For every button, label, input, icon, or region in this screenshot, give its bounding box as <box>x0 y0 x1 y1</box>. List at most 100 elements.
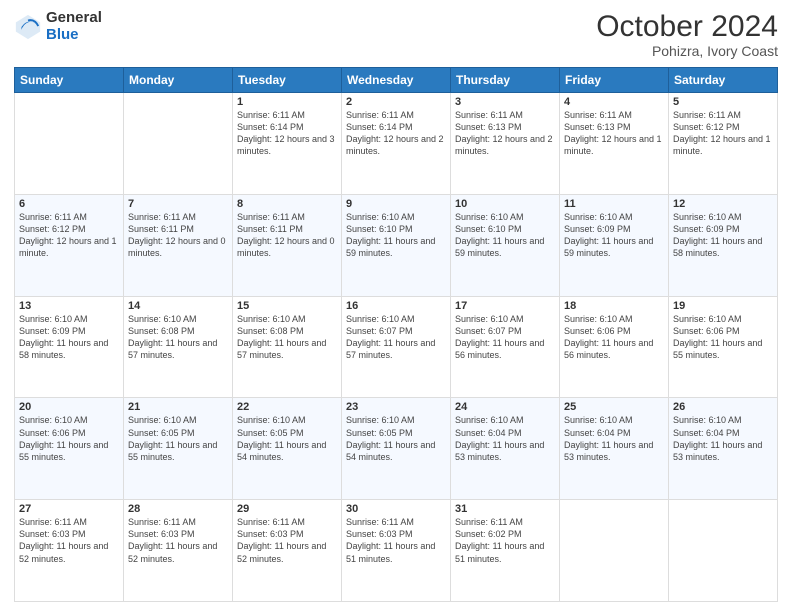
day-info: Sunrise: 6:10 AMSunset: 6:04 PMDaylight:… <box>455 414 555 463</box>
calendar-cell <box>124 93 233 195</box>
logo: General Blue <box>14 10 102 43</box>
day-info: Sunrise: 6:10 AMSunset: 6:05 PMDaylight:… <box>346 414 446 463</box>
day-number: 5 <box>673 96 773 108</box>
day-number: 8 <box>237 198 337 210</box>
calendar-cell: 11Sunrise: 6:10 AMSunset: 6:09 PMDayligh… <box>560 194 669 296</box>
calendar-week-5: 27Sunrise: 6:11 AMSunset: 6:03 PMDayligh… <box>15 500 778 602</box>
logo-general-text: General <box>46 10 102 27</box>
day-info: Sunrise: 6:11 AMSunset: 6:02 PMDaylight:… <box>455 516 555 565</box>
calendar-cell: 26Sunrise: 6:10 AMSunset: 6:04 PMDayligh… <box>669 398 778 500</box>
calendar-cell: 9Sunrise: 6:10 AMSunset: 6:10 PMDaylight… <box>342 194 451 296</box>
weekday-header-monday: Monday <box>124 68 233 93</box>
day-number: 14 <box>128 300 228 312</box>
day-info: Sunrise: 6:11 AMSunset: 6:03 PMDaylight:… <box>19 516 119 565</box>
day-info: Sunrise: 6:11 AMSunset: 6:11 PMDaylight:… <box>237 211 337 260</box>
calendar-cell: 5Sunrise: 6:11 AMSunset: 6:12 PMDaylight… <box>669 93 778 195</box>
logo-text: General Blue <box>46 10 102 43</box>
logo-blue-text: Blue <box>46 27 102 44</box>
day-number: 17 <box>455 300 555 312</box>
day-info: Sunrise: 6:11 AMSunset: 6:14 PMDaylight:… <box>346 109 446 158</box>
day-info: Sunrise: 6:11 AMSunset: 6:11 PMDaylight:… <box>128 211 228 260</box>
day-number: 19 <box>673 300 773 312</box>
day-number: 23 <box>346 401 446 413</box>
calendar-cell: 6Sunrise: 6:11 AMSunset: 6:12 PMDaylight… <box>15 194 124 296</box>
day-number: 30 <box>346 503 446 515</box>
calendar-cell: 21Sunrise: 6:10 AMSunset: 6:05 PMDayligh… <box>124 398 233 500</box>
calendar-cell: 24Sunrise: 6:10 AMSunset: 6:04 PMDayligh… <box>451 398 560 500</box>
weekday-header-saturday: Saturday <box>669 68 778 93</box>
day-number: 13 <box>19 300 119 312</box>
calendar-cell: 2Sunrise: 6:11 AMSunset: 6:14 PMDaylight… <box>342 93 451 195</box>
day-info: Sunrise: 6:10 AMSunset: 6:04 PMDaylight:… <box>673 414 773 463</box>
day-number: 15 <box>237 300 337 312</box>
calendar-cell: 8Sunrise: 6:11 AMSunset: 6:11 PMDaylight… <box>233 194 342 296</box>
day-number: 25 <box>564 401 664 413</box>
day-number: 12 <box>673 198 773 210</box>
day-info: Sunrise: 6:10 AMSunset: 6:08 PMDaylight:… <box>237 313 337 362</box>
day-number: 11 <box>564 198 664 210</box>
day-info: Sunrise: 6:10 AMSunset: 6:09 PMDaylight:… <box>673 211 773 260</box>
calendar-cell: 23Sunrise: 6:10 AMSunset: 6:05 PMDayligh… <box>342 398 451 500</box>
header: General Blue October 2024 Pohizra, Ivory… <box>14 10 778 59</box>
day-info: Sunrise: 6:10 AMSunset: 6:07 PMDaylight:… <box>455 313 555 362</box>
weekday-header-wednesday: Wednesday <box>342 68 451 93</box>
calendar-cell: 17Sunrise: 6:10 AMSunset: 6:07 PMDayligh… <box>451 296 560 398</box>
calendar-week-2: 6Sunrise: 6:11 AMSunset: 6:12 PMDaylight… <box>15 194 778 296</box>
day-number: 24 <box>455 401 555 413</box>
calendar-cell: 12Sunrise: 6:10 AMSunset: 6:09 PMDayligh… <box>669 194 778 296</box>
calendar-header-row: SundayMondayTuesdayWednesdayThursdayFrid… <box>15 68 778 93</box>
calendar-cell: 29Sunrise: 6:11 AMSunset: 6:03 PMDayligh… <box>233 500 342 602</box>
day-info: Sunrise: 6:11 AMSunset: 6:13 PMDaylight:… <box>564 109 664 158</box>
calendar-cell <box>560 500 669 602</box>
day-info: Sunrise: 6:11 AMSunset: 6:12 PMDaylight:… <box>19 211 119 260</box>
calendar-cell: 20Sunrise: 6:10 AMSunset: 6:06 PMDayligh… <box>15 398 124 500</box>
calendar-cell <box>669 500 778 602</box>
day-info: Sunrise: 6:11 AMSunset: 6:13 PMDaylight:… <box>455 109 555 158</box>
calendar-cell: 13Sunrise: 6:10 AMSunset: 6:09 PMDayligh… <box>15 296 124 398</box>
day-info: Sunrise: 6:11 AMSunset: 6:03 PMDaylight:… <box>237 516 337 565</box>
day-info: Sunrise: 6:11 AMSunset: 6:03 PMDaylight:… <box>346 516 446 565</box>
day-number: 22 <box>237 401 337 413</box>
day-info: Sunrise: 6:10 AMSunset: 6:06 PMDaylight:… <box>564 313 664 362</box>
calendar-cell: 7Sunrise: 6:11 AMSunset: 6:11 PMDaylight… <box>124 194 233 296</box>
day-info: Sunrise: 6:11 AMSunset: 6:14 PMDaylight:… <box>237 109 337 158</box>
calendar-cell: 4Sunrise: 6:11 AMSunset: 6:13 PMDaylight… <box>560 93 669 195</box>
calendar-cell <box>15 93 124 195</box>
day-number: 16 <box>346 300 446 312</box>
day-number: 7 <box>128 198 228 210</box>
calendar-week-1: 1Sunrise: 6:11 AMSunset: 6:14 PMDaylight… <box>15 93 778 195</box>
day-info: Sunrise: 6:10 AMSunset: 6:06 PMDaylight:… <box>19 414 119 463</box>
day-info: Sunrise: 6:10 AMSunset: 6:04 PMDaylight:… <box>564 414 664 463</box>
page: General Blue October 2024 Pohizra, Ivory… <box>0 0 792 612</box>
day-info: Sunrise: 6:10 AMSunset: 6:09 PMDaylight:… <box>19 313 119 362</box>
day-info: Sunrise: 6:10 AMSunset: 6:10 PMDaylight:… <box>346 211 446 260</box>
calendar-cell: 15Sunrise: 6:10 AMSunset: 6:08 PMDayligh… <box>233 296 342 398</box>
day-number: 1 <box>237 96 337 108</box>
day-info: Sunrise: 6:10 AMSunset: 6:06 PMDaylight:… <box>673 313 773 362</box>
main-title: October 2024 <box>596 10 778 43</box>
day-info: Sunrise: 6:10 AMSunset: 6:09 PMDaylight:… <box>564 211 664 260</box>
calendar-cell: 22Sunrise: 6:10 AMSunset: 6:05 PMDayligh… <box>233 398 342 500</box>
logo-icon <box>14 13 42 41</box>
calendar-cell: 19Sunrise: 6:10 AMSunset: 6:06 PMDayligh… <box>669 296 778 398</box>
calendar-cell: 30Sunrise: 6:11 AMSunset: 6:03 PMDayligh… <box>342 500 451 602</box>
day-number: 4 <box>564 96 664 108</box>
calendar-cell: 25Sunrise: 6:10 AMSunset: 6:04 PMDayligh… <box>560 398 669 500</box>
day-number: 9 <box>346 198 446 210</box>
calendar-cell: 3Sunrise: 6:11 AMSunset: 6:13 PMDaylight… <box>451 93 560 195</box>
day-number: 27 <box>19 503 119 515</box>
weekday-header-friday: Friday <box>560 68 669 93</box>
day-number: 6 <box>19 198 119 210</box>
calendar-week-4: 20Sunrise: 6:10 AMSunset: 6:06 PMDayligh… <box>15 398 778 500</box>
day-info: Sunrise: 6:10 AMSunset: 6:07 PMDaylight:… <box>346 313 446 362</box>
calendar-cell: 10Sunrise: 6:10 AMSunset: 6:10 PMDayligh… <box>451 194 560 296</box>
calendar-cell: 18Sunrise: 6:10 AMSunset: 6:06 PMDayligh… <box>560 296 669 398</box>
day-number: 2 <box>346 96 446 108</box>
day-info: Sunrise: 6:10 AMSunset: 6:10 PMDaylight:… <box>455 211 555 260</box>
calendar-cell: 27Sunrise: 6:11 AMSunset: 6:03 PMDayligh… <box>15 500 124 602</box>
title-block: October 2024 Pohizra, Ivory Coast <box>596 10 778 59</box>
day-info: Sunrise: 6:10 AMSunset: 6:08 PMDaylight:… <box>128 313 228 362</box>
weekday-header-tuesday: Tuesday <box>233 68 342 93</box>
day-number: 10 <box>455 198 555 210</box>
day-number: 28 <box>128 503 228 515</box>
